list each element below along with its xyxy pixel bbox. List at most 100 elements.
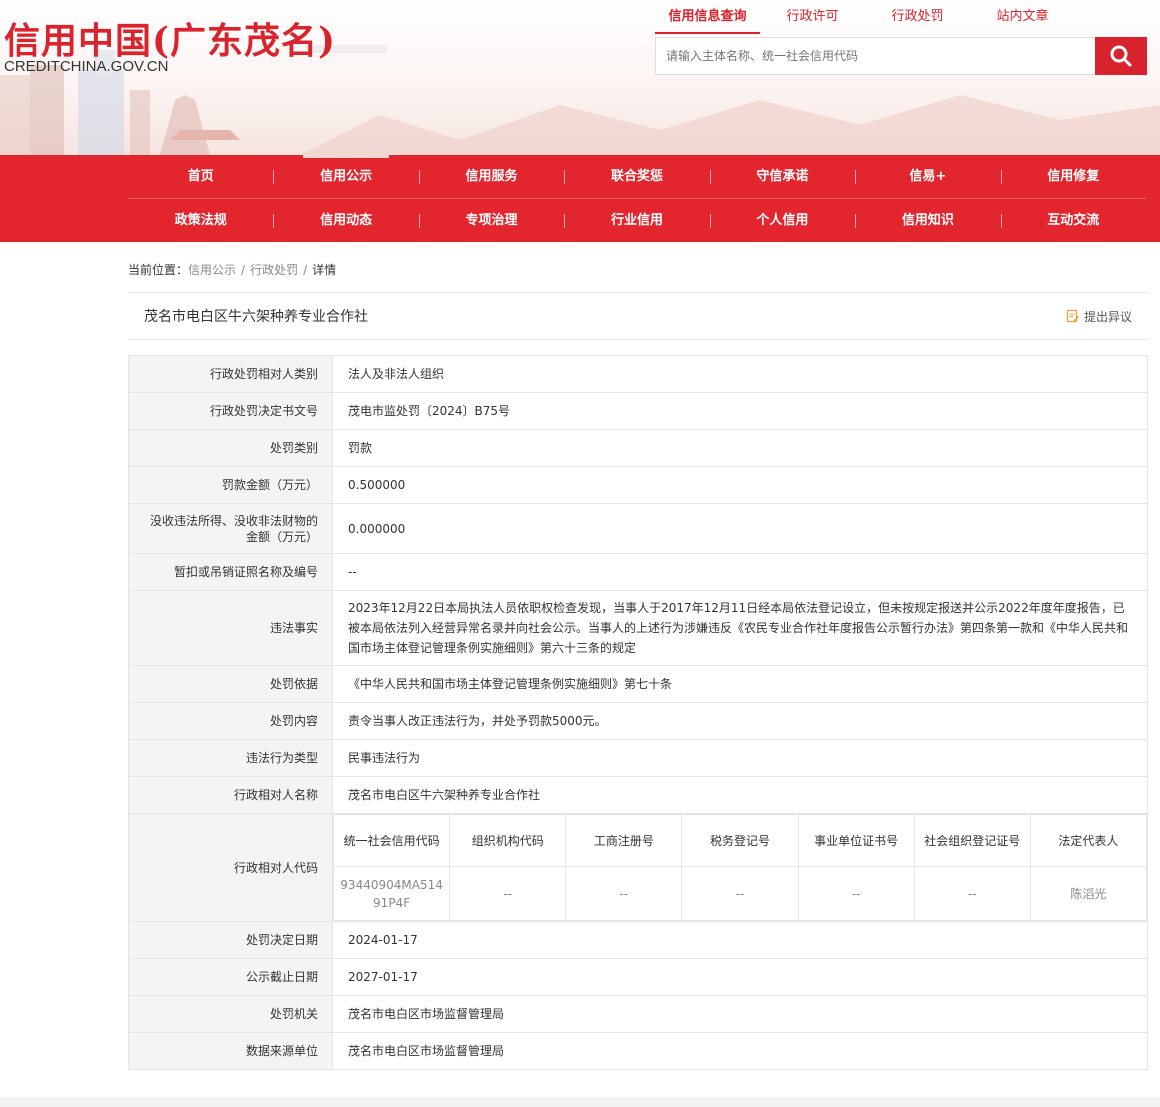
row-label: 行政处罚相对人类别 bbox=[128, 355, 333, 393]
row-value: 0.500000 bbox=[332, 466, 1148, 504]
table-row: 处罚机关 茂名市电白区市场监督管理局 bbox=[128, 995, 1148, 1033]
nav-special-governance[interactable]: 专项治理 bbox=[418, 199, 564, 242]
table-row: 处罚决定日期 2024-01-17 bbox=[128, 921, 1148, 959]
breadcrumb-credit-publicity[interactable]: 信用公示 bbox=[188, 263, 236, 277]
breadcrumb-separator: / bbox=[241, 263, 246, 277]
search-input[interactable] bbox=[655, 37, 1095, 75]
row-label: 行政处罚决定书文号 bbox=[128, 392, 333, 430]
nav-credit-knowledge[interactable]: 信用知识 bbox=[855, 199, 1000, 242]
row-value: 法人及非法人组织 bbox=[332, 355, 1148, 393]
codes-header-cell: 税务登记号 bbox=[681, 814, 799, 867]
row-label: 处罚机关 bbox=[128, 995, 333, 1033]
breadcrumb-admin-penalty[interactable]: 行政处罚 bbox=[250, 263, 298, 277]
codes-value-cell: 陈滔光 bbox=[1029, 866, 1148, 921]
nav-credit-publicity[interactable]: 信用公示 bbox=[273, 155, 418, 198]
row-value: 2027-01-17 bbox=[332, 958, 1148, 996]
nav-personal-credit[interactable]: 个人信用 bbox=[709, 199, 855, 242]
breadcrumb: 当前位置：信用公示 / 行政处罚 / 详情 bbox=[128, 261, 1160, 277]
table-row: 行政处罚相对人类别 法人及非法人组织 bbox=[128, 355, 1148, 393]
row-label: 违法行为类型 bbox=[128, 739, 333, 777]
codes-table: 统一社会信用代码 组织机构代码 工商注册号 税务登记号 事业单位证书号 社会组织… bbox=[332, 814, 1148, 921]
search-icon bbox=[1110, 45, 1132, 67]
table-row: 处罚内容 责令当事人改正违法行为，并处予罚款5000元。 bbox=[128, 702, 1148, 740]
codes-value-cell: -- bbox=[449, 866, 567, 921]
main-nav-row-2: 政策法规 信用动态 专项治理 行业信用 个人信用 信用知识 互动交流 bbox=[128, 198, 1146, 241]
row-value: 0.000000 bbox=[332, 503, 1148, 554]
nav-interaction[interactable]: 互动交流 bbox=[1000, 199, 1146, 242]
codes-header-cell: 工商注册号 bbox=[565, 814, 683, 867]
codes-value-cell: -- bbox=[681, 866, 799, 921]
row-label: 违法事实 bbox=[128, 590, 333, 666]
top-nav-admin-penalty[interactable]: 行政处罚 bbox=[865, 5, 970, 34]
nav-credit-news[interactable]: 信用动态 bbox=[273, 199, 418, 242]
row-value: 茂名市电白区市场监督管理局 bbox=[332, 995, 1148, 1033]
breadcrumb-prefix: 当前位置： bbox=[128, 263, 189, 277]
nav-credit-repair[interactable]: 信用修复 bbox=[1000, 155, 1146, 198]
table-row: 暂扣或吊销证照名称及编号 -- bbox=[128, 553, 1148, 591]
nav-industry-credit[interactable]: 行业信用 bbox=[564, 199, 709, 242]
nav-credit-commitment[interactable]: 守信承诺 bbox=[709, 155, 855, 198]
nav-policies[interactable]: 政策法规 bbox=[128, 199, 273, 242]
table-row-codes: 行政相对人代码 统一社会信用代码 组织机构代码 工商注册号 税务登记号 事业单位… bbox=[128, 813, 1148, 922]
codes-header-cell: 法定代表人 bbox=[1029, 814, 1148, 867]
table-row: 罚款金额（万元） 0.500000 bbox=[128, 466, 1148, 504]
row-value: 2023年12月22日本局执法人员依职权检查发现，当事人于2017年12月11日… bbox=[332, 590, 1148, 666]
subject-name: 茂名市电白区牛六架种养专业合作社 bbox=[144, 309, 368, 325]
breadcrumb-separator: / bbox=[303, 263, 308, 277]
table-row: 处罚依据 《中华人民共和国市场主体登记管理条例实施细则》第七十条 bbox=[128, 665, 1148, 703]
table-row: 数据来源单位 茂名市电白区市场监督管理局 bbox=[128, 1032, 1148, 1070]
breadcrumb-current: 详情 bbox=[312, 263, 337, 277]
penalty-detail-table: 行政处罚相对人类别 法人及非法人组织 行政处罚决定书文号 茂电市监处罚〔2024… bbox=[128, 355, 1148, 1070]
row-label: 没收违法所得、没收非法财物的金额（万元） bbox=[128, 503, 333, 554]
codes-header-cell: 事业单位证书号 bbox=[797, 814, 915, 867]
row-value: -- bbox=[332, 553, 1148, 591]
codes-value-cell: 93440904MA51491P4F bbox=[332, 866, 451, 921]
table-row: 公示截止日期 2027-01-17 bbox=[128, 958, 1148, 996]
top-nav-admin-license[interactable]: 行政许可 bbox=[760, 5, 865, 34]
row-label: 处罚依据 bbox=[128, 665, 333, 703]
row-label: 暂扣或吊销证照名称及编号 bbox=[128, 553, 333, 591]
search-button[interactable] bbox=[1095, 37, 1147, 75]
search-bar bbox=[655, 37, 1147, 75]
row-value: 责令当事人改正违法行为，并处予罚款5000元。 bbox=[332, 702, 1148, 740]
subject-header: 茂名市电白区牛六架种养专业合作社 提出异议 bbox=[128, 292, 1148, 340]
codes-value-cell: -- bbox=[797, 866, 915, 921]
main-nav: 首页 信用公示 信用服务 联合奖惩 守信承诺 信易+ 信用修复 政策法规 信用动… bbox=[0, 155, 1160, 242]
table-row: 没收违法所得、没收非法财物的金额（万元） 0.000000 bbox=[128, 503, 1148, 554]
table-row: 违法行为类型 民事违法行为 bbox=[128, 739, 1148, 777]
row-value: 2024-01-17 bbox=[332, 921, 1148, 959]
row-label: 公示截止日期 bbox=[128, 958, 333, 996]
nav-xinyi-plus[interactable]: 信易+ bbox=[855, 155, 1000, 198]
table-row: 行政处罚决定书文号 茂电市监处罚〔2024〕B75号 bbox=[128, 392, 1148, 430]
site-logo-title[interactable]: 信用中国(广东茂名) bbox=[4, 12, 336, 64]
footer-bar bbox=[0, 1097, 1160, 1107]
top-nav-site-articles[interactable]: 站内文章 bbox=[970, 5, 1075, 34]
row-label: 罚款金额（万元） bbox=[128, 466, 333, 504]
row-label: 数据来源单位 bbox=[128, 1032, 333, 1070]
codes-header-cell: 统一社会信用代码 bbox=[332, 814, 451, 867]
raise-objection-label: 提出异议 bbox=[1083, 309, 1132, 324]
raise-objection-button[interactable]: 提出异议 bbox=[1066, 308, 1132, 325]
main-nav-row-1: 首页 信用公示 信用服务 联合奖惩 守信承诺 信易+ 信用修复 bbox=[128, 155, 1146, 198]
top-nav: 信用信息查询 行政许可 行政处罚 站内文章 bbox=[655, 5, 1135, 34]
codes-header-row: 统一社会信用代码 组织机构代码 工商注册号 税务登记号 事业单位证书号 社会组织… bbox=[332, 814, 1148, 867]
site-logo-domain: CREDITCHINA.GOV.CN bbox=[4, 58, 169, 75]
codes-cell: 统一社会信用代码 组织机构代码 工商注册号 税务登记号 事业单位证书号 社会组织… bbox=[332, 813, 1148, 922]
nav-credit-service[interactable]: 信用服务 bbox=[418, 155, 564, 198]
row-value: 茂名市电白区牛六架种养专业合作社 bbox=[332, 776, 1148, 814]
row-value: 民事违法行为 bbox=[332, 739, 1148, 777]
edit-document-icon bbox=[1066, 309, 1079, 323]
site-header: 信用中国(广东茂名) CREDITCHINA.GOV.CN 信用信息查询 行政许… bbox=[0, 0, 1160, 155]
nav-joint-reward-punishment[interactable]: 联合奖惩 bbox=[564, 155, 709, 198]
codes-value-row: 93440904MA51491P4F -- -- -- -- -- 陈滔光 bbox=[332, 866, 1148, 921]
row-value: 罚款 bbox=[332, 429, 1148, 467]
codes-header-cell: 组织机构代码 bbox=[449, 814, 567, 867]
row-label: 处罚决定日期 bbox=[128, 921, 333, 959]
table-row: 处罚类别 罚款 bbox=[128, 429, 1148, 467]
codes-header-cell: 社会组织登记证号 bbox=[913, 814, 1031, 867]
nav-home[interactable]: 首页 bbox=[128, 155, 273, 198]
row-label: 处罚类别 bbox=[128, 429, 333, 467]
row-label: 行政相对人代码 bbox=[128, 813, 333, 922]
top-nav-credit-query[interactable]: 信用信息查询 bbox=[655, 5, 760, 34]
row-value: 茂名市电白区市场监督管理局 bbox=[332, 1032, 1148, 1070]
